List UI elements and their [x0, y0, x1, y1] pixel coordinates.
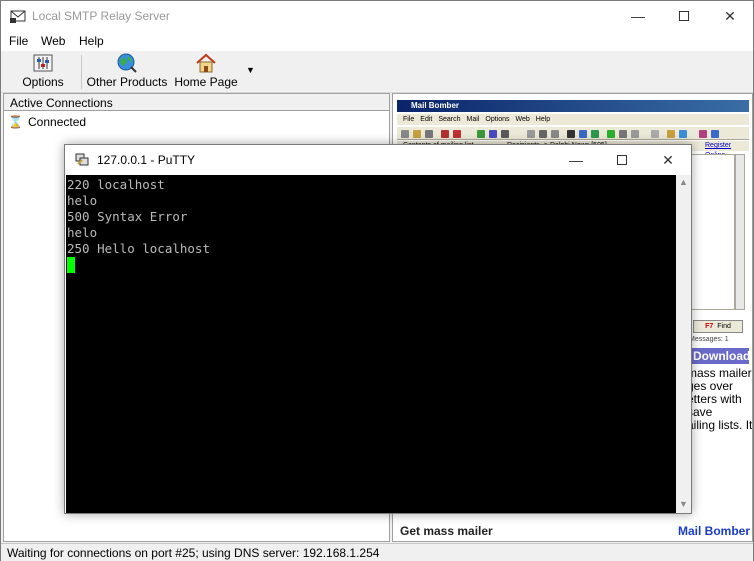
window-title: Local SMTP Relay Server	[32, 9, 170, 23]
mb-scrollbar	[735, 154, 745, 310]
terminal-line: 220 localhost	[67, 177, 165, 192]
terminal-line: 250 Hello localhost	[67, 241, 210, 256]
mb-menu-edit: Edit	[420, 116, 433, 123]
minimize-button[interactable]: —	[615, 1, 661, 31]
mb-find-label: Find	[717, 323, 731, 330]
home-page-button[interactable]: Home Page	[174, 53, 238, 91]
terminal-line: 500 Syntax Error	[67, 209, 188, 224]
mb-menu-help: Help	[535, 116, 551, 123]
list-item[interactable]: ⌛ Connected	[8, 115, 86, 129]
toolbar-separator	[81, 55, 82, 89]
mail-bomber-title: Mail Bomber	[397, 100, 749, 112]
ad-tagline[interactable]: Get mass mailer	[400, 524, 493, 538]
menu-web[interactable]: Web	[41, 34, 65, 48]
menu-bar: File Web Help	[1, 31, 753, 51]
mb-list-area	[689, 154, 735, 310]
sliders-icon	[33, 54, 53, 72]
close-icon: ✕	[662, 151, 674, 168]
globe-search-icon	[117, 53, 137, 73]
putty-title-bar[interactable]: 127.0.0.1 - PuTTY — ✕	[65, 145, 691, 175]
mail-bomber-link[interactable]: Mail Bomber	[678, 524, 750, 538]
putty-terminal-icon	[75, 153, 89, 166]
mb-menu-mail: Mail	[466, 116, 480, 123]
close-button[interactable]: ✕	[707, 1, 753, 31]
maximize-icon	[679, 11, 689, 21]
mb-menu-search: Search	[438, 116, 461, 123]
mb-find-key: F7	[705, 323, 714, 330]
putty-window[interactable]: 127.0.0.1 - PuTTY — ✕ 220 localhost helo…	[64, 144, 692, 514]
terminal-cursor-line	[67, 257, 676, 273]
ad-desc-line: ailing lists. It	[687, 418, 753, 432]
mail-bomber-toolbar	[397, 126, 749, 140]
scroll-up-icon[interactable]: ▲	[679, 177, 688, 187]
options-button[interactable]: Options	[19, 53, 67, 91]
putty-scrollbar[interactable]: ▲ ▼	[676, 175, 691, 513]
options-label: Options	[22, 75, 64, 89]
maximize-icon	[617, 155, 627, 165]
putty-maximize-button[interactable]	[599, 145, 645, 175]
home-page-label: Home Page	[174, 75, 238, 89]
maximize-button[interactable]	[661, 1, 707, 31]
house-icon	[196, 53, 216, 73]
mb-menu-file: File	[403, 116, 415, 123]
connection-status: Connected	[28, 115, 87, 129]
column-header-active-connections[interactable]: Active Connections	[4, 94, 389, 111]
menu-help[interactable]: Help	[79, 34, 104, 48]
putty-minimize-button[interactable]: —	[553, 145, 599, 175]
scroll-down-icon[interactable]: ▼	[679, 499, 688, 509]
minimize-icon: —	[569, 152, 583, 168]
chevron-down-icon[interactable]: ▼	[246, 65, 255, 75]
putty-title: 127.0.0.1 - PuTTY	[97, 153, 196, 167]
other-products-label: Other Products	[86, 75, 168, 89]
mb-messages-count: Messages: 1	[689, 336, 729, 343]
close-icon: ✕	[724, 7, 736, 24]
title-bar[interactable]: Local SMTP Relay Server — ✕	[1, 1, 753, 31]
mail-bomber-menu: File Edit Search Mail Options Web Help	[397, 114, 749, 125]
putty-close-button[interactable]: ✕	[645, 145, 691, 175]
terminal-line: helo	[67, 225, 98, 240]
terminal-cursor	[67, 257, 75, 273]
mb-menu-web: Web	[515, 116, 530, 123]
mb-find-button: F7 Find	[693, 320, 743, 333]
terminal-line: helo	[67, 193, 98, 208]
status-bar: Waiting for connections on port #25; usi…	[1, 543, 753, 561]
minimize-icon: —	[631, 8, 645, 24]
menu-file[interactable]: File	[9, 34, 28, 48]
other-products-button[interactable]: Other Products	[86, 53, 168, 91]
download-link[interactable]: Download	[689, 348, 750, 364]
mb-menu-options: Options	[485, 116, 510, 123]
terminal-output[interactable]: 220 localhost helo 500 Syntax Error helo…	[66, 175, 676, 513]
toolbar: Options Other Products Home Page ▼	[1, 51, 753, 93]
ad-description: mass mailer ges over etters with save ai…	[687, 367, 753, 432]
envelope-app-icon	[10, 10, 26, 23]
hourglass-icon: ⌛	[8, 115, 23, 129]
